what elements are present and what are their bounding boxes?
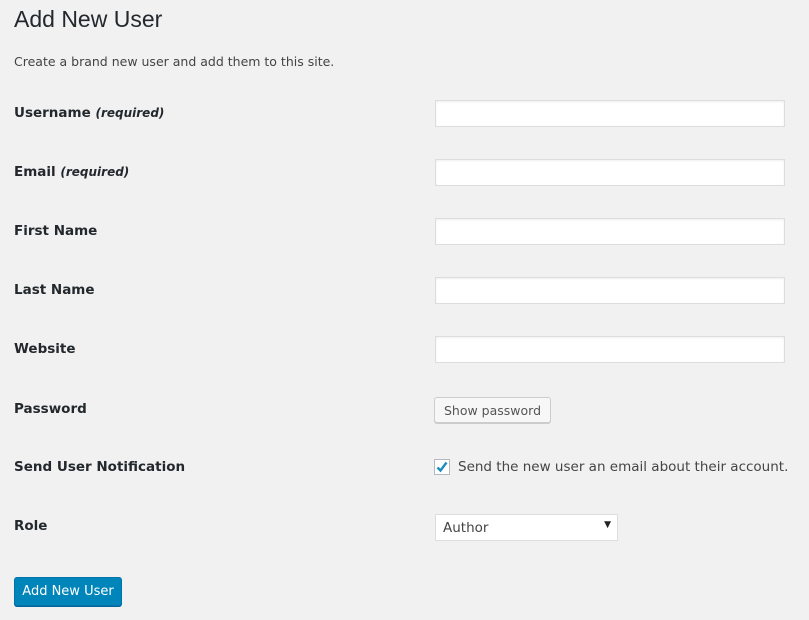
show-password-button[interactable]: Show password — [434, 397, 551, 423]
add-new-user-button[interactable]: Add New User — [14, 577, 122, 606]
role-selected-value: Author — [443, 520, 489, 536]
website-label: Website — [14, 341, 76, 357]
username-label: Username (required) — [14, 105, 164, 121]
last-name-input[interactable] — [435, 277, 785, 304]
notification-label: Send User Notification — [14, 459, 186, 475]
page-description: Create a brand new user and add them to … — [14, 54, 335, 69]
email-input[interactable] — [435, 159, 785, 186]
first-name-label: First Name — [14, 223, 98, 239]
first-name-input[interactable] — [435, 218, 785, 245]
last-name-label: Last Name — [14, 282, 95, 298]
page-title: Add New User — [14, 6, 163, 32]
required-note: (required) — [60, 165, 130, 179]
notification-checkbox-label[interactable]: Send the new user an email about their a… — [458, 459, 788, 475]
password-label: Password — [14, 401, 87, 417]
dropdown-arrow-icon: ▼ — [604, 520, 611, 530]
role-select[interactable]: Author ▼ — [435, 514, 618, 541]
email-label: Email (required) — [14, 164, 129, 180]
email-label-text: Email — [14, 164, 56, 180]
website-input[interactable] — [435, 336, 785, 363]
username-label-text: Username — [14, 105, 91, 121]
username-input[interactable] — [435, 100, 785, 127]
required-note: (required) — [95, 106, 165, 120]
role-label: Role — [14, 518, 48, 534]
notification-checkbox[interactable] — [434, 459, 450, 475]
checkmark-icon — [436, 461, 448, 473]
